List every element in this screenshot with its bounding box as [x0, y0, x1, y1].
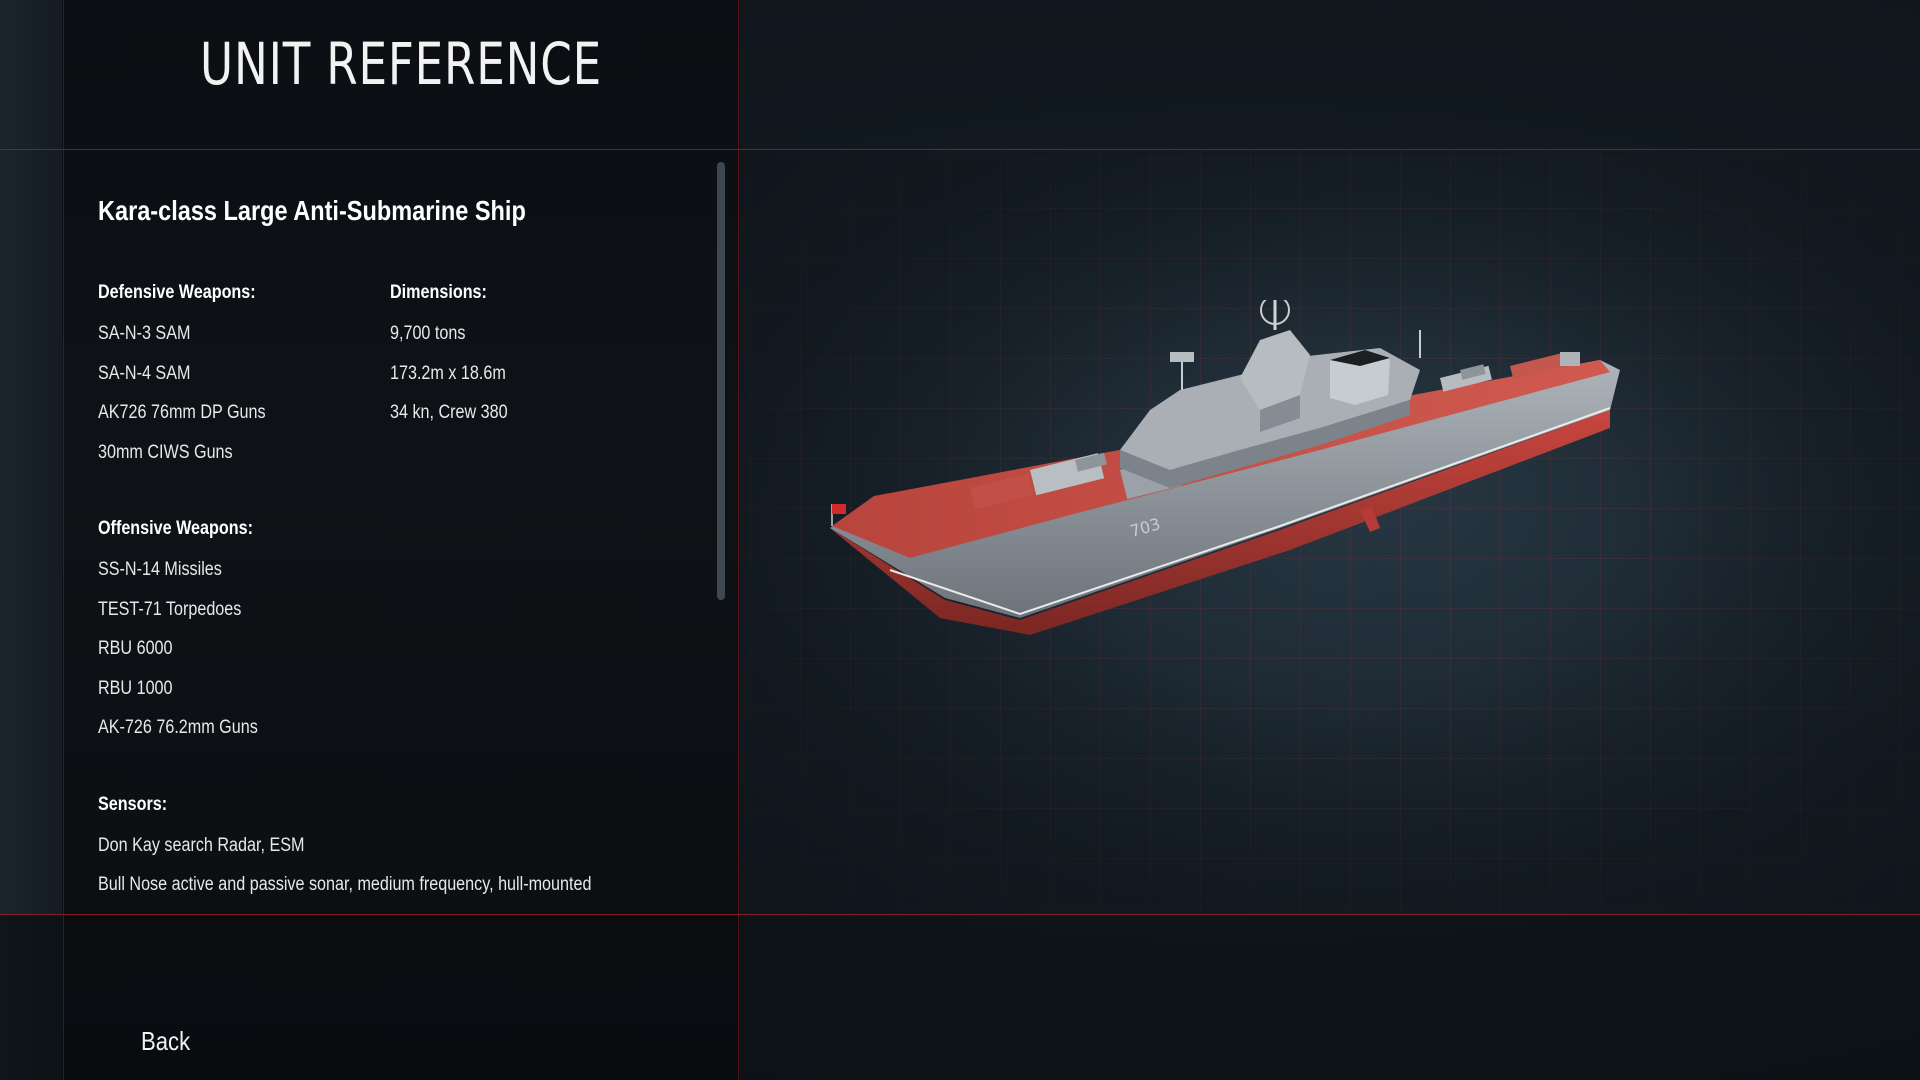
sensor-item: Don Kay search Radar, ESM: [98, 834, 305, 856]
dimensions-title: Dimensions:: [390, 282, 487, 303]
model-viewer[interactable]: 703: [740, 150, 1920, 914]
offensive-weapon-item: SS-N-14 Missiles: [98, 559, 222, 580]
left-border-line: [63, 0, 64, 1080]
footer-band: [0, 915, 1920, 1080]
dimension-item: 173.2m x 18.6m: [390, 362, 506, 384]
footer-divider: [0, 914, 1920, 915]
offensive-weapons-title: Offensive Weapons:: [98, 518, 253, 539]
defensive-weapon-item: SA-N-4 SAM: [98, 362, 191, 384]
dimension-item: 9,700 tons: [390, 323, 466, 344]
header-divider: [0, 149, 1920, 150]
unit-details: Kara-class Large Anti-Submarine Ship Def…: [98, 195, 708, 910]
panel-border-line: [738, 0, 739, 1080]
defensive-weapon-item: 30mm CIWS Guns: [98, 441, 233, 463]
page-title: UNIT REFERENCE: [200, 30, 602, 98]
offensive-weapons-section: Offensive Weapons: SS-N-14 Missiles TEST…: [98, 515, 708, 753]
unit-reference-screen: 703 UNIT REFERENCE Kara-class Large Anti…: [0, 0, 1920, 1080]
offensive-weapon-item: TEST-71 Torpedoes: [98, 598, 242, 620]
ship-model: 703: [830, 300, 1620, 635]
defensive-weapon-item: AK726 76mm DP Guns: [98, 402, 266, 423]
defensive-weapons-section: Defensive Weapons: SA-N-3 SAM SA-N-4 SAM…: [98, 279, 390, 477]
dimensions-section: Dimensions: 9,700 tons 173.2m x 18.6m 34…: [390, 279, 690, 477]
offensive-weapon-item: AK-726 76.2mm Guns: [98, 717, 258, 738]
stats-columns: Defensive Weapons: SA-N-3 SAM SA-N-4 SAM…: [98, 279, 708, 477]
defensive-weapons-title: Defensive Weapons:: [98, 282, 256, 303]
sensor-item: Bull Nose active and passive sonar, medi…: [98, 874, 592, 895]
offensive-weapon-item: RBU 6000: [98, 638, 173, 659]
back-button[interactable]: Back: [141, 1026, 190, 1057]
sensors-title: Sensors:: [98, 793, 168, 815]
defensive-weapon-item: SA-N-3 SAM: [98, 323, 191, 344]
offensive-weapon-item: RBU 1000: [98, 677, 173, 699]
dimension-item: 34 kn, Crew 380: [390, 402, 508, 423]
sensors-section: Sensors: Don Kay search Radar, ESM Bull …: [98, 791, 708, 910]
details-scrollbar[interactable]: [717, 162, 725, 600]
unit-name: Kara-class Large Anti-Submarine Ship: [98, 195, 526, 226]
